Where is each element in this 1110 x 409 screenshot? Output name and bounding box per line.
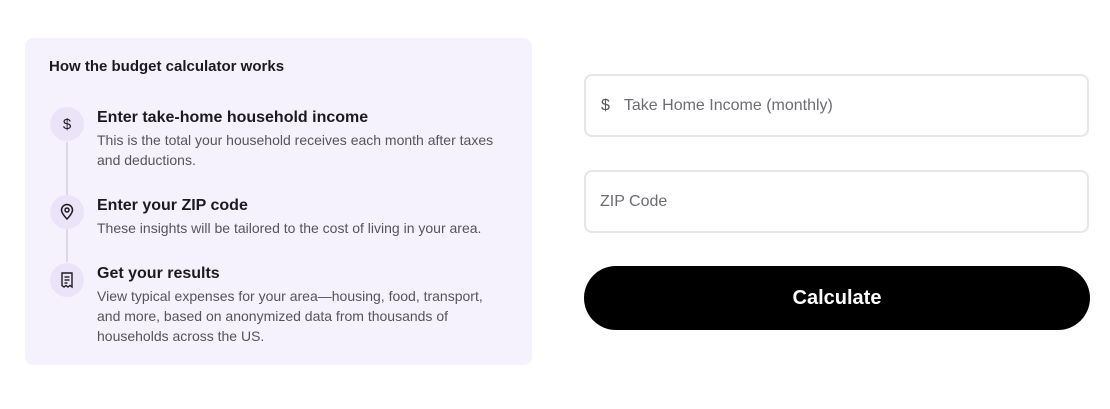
receipt-icon bbox=[50, 263, 84, 297]
location-pin-icon bbox=[50, 195, 84, 229]
income-field[interactable]: $ bbox=[584, 74, 1089, 137]
step-description-income: This is the total your household receive… bbox=[97, 132, 494, 168]
dollar-icon: $ bbox=[50, 107, 84, 141]
zip-code-input[interactable] bbox=[600, 172, 1087, 231]
calculate-button[interactable]: Calculate bbox=[584, 266, 1090, 330]
dollar-prefix: $ bbox=[601, 96, 610, 114]
income-input[interactable] bbox=[623, 76, 1087, 135]
step-title-zip: Enter your ZIP code bbox=[97, 197, 248, 214]
card-title: How the budget calculator works bbox=[49, 58, 285, 75]
svg-text:$: $ bbox=[63, 116, 72, 133]
how-it-works-card: How the budget calculator works $ Enter … bbox=[25, 38, 532, 365]
step-description-results: View typical expenses for your area—hous… bbox=[97, 288, 483, 344]
step-connector bbox=[66, 230, 68, 262]
step-title-results: Get your results bbox=[97, 265, 220, 282]
zip-field[interactable] bbox=[584, 170, 1089, 233]
step-title-income: Enter take-home household income bbox=[97, 109, 369, 126]
step-description-zip: These insights will be tailored to the c… bbox=[97, 220, 482, 236]
